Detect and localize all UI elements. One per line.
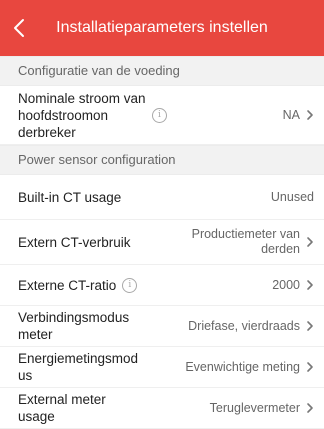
chevron-left-icon — [13, 18, 25, 38]
chevron-right-icon — [306, 402, 314, 414]
row-label: Energiemetingsmod us — [18, 351, 139, 383]
chevron-right-icon — [306, 320, 314, 332]
row-label: Externe CT-ratio — [18, 277, 117, 293]
row-builtin-ct-usage[interactable]: Built-in CT usage Unused — [0, 175, 324, 220]
chevron-right-icon — [306, 109, 314, 121]
row-value: Driefase, vierdraads — [188, 319, 300, 333]
page-title: Installatieparameters instellen — [56, 19, 268, 36]
section-header-power-supply: Configuratie van de voeding — [0, 56, 324, 86]
row-energy-measurement-mode[interactable]: Energiemetingsmod us Evenwichtige meting — [0, 347, 324, 388]
row-meter-connection-mode[interactable]: Verbindingsmodus meter Driefase, vierdra… — [0, 306, 324, 347]
row-value: Teruglevermeter — [209, 401, 300, 415]
row-value: Productiemeter van derden — [191, 227, 300, 256]
section-header-power-sensor: Power sensor configuration — [0, 145, 324, 175]
row-label: Nominale stroom van hoofdstroomon derbre… — [18, 90, 146, 140]
row-value: 2000 — [272, 278, 300, 292]
info-icon[interactable]: i — [122, 277, 138, 293]
row-external-ct-usage[interactable]: Extern CT-verbruik Productiemeter van de… — [0, 220, 324, 265]
row-right: Teruglevermeter — [210, 401, 314, 415]
row-external-meter-usage[interactable]: External meter usage Teruglevermeter — [0, 388, 324, 429]
row-label-wrapper: Extern CT-verbruik — [18, 234, 131, 251]
row-value: Unused — [270, 190, 314, 204]
back-button[interactable] — [8, 12, 30, 44]
info-icon[interactable]: i — [152, 107, 167, 123]
row-label: Verbindingsmodus meter — [18, 310, 130, 342]
row-label: Extern CT-verbruik — [18, 234, 131, 250]
row-value: NA — [282, 108, 300, 122]
row-label-wrapper: Built-in CT usage — [18, 189, 121, 206]
chevron-right-icon — [306, 361, 314, 373]
row-label: Built-in CT usage — [18, 189, 122, 205]
row-value: Evenwichtige meting — [185, 360, 300, 374]
row-right: Unused — [271, 190, 314, 204]
row-label-wrapper: Energiemetingsmod us — [18, 350, 144, 384]
row-right: NA — [283, 108, 314, 122]
chevron-right-icon — [306, 236, 314, 248]
row-right: Driefase, vierdraads — [188, 319, 314, 333]
row-label-wrapper: Verbindingsmodus meter — [18, 309, 140, 343]
row-right: Productiemeter van derden — [188, 227, 314, 257]
chevron-right-icon — [306, 279, 314, 291]
row-label-wrapper: Externe CT-ratio i — [18, 277, 138, 294]
row-right: 2000 — [272, 278, 314, 292]
row-main-breaker-current[interactable]: Nominale stroom van hoofdstroomon derbre… — [0, 86, 324, 145]
app-header: Installatieparameters instellen — [0, 0, 324, 56]
row-external-ct-ratio[interactable]: Externe CT-ratio i 2000 — [0, 265, 324, 306]
row-label-wrapper: Nominale stroom van hoofdstroomon derbre… — [18, 90, 167, 141]
row-right: Evenwichtige meting — [185, 360, 314, 374]
